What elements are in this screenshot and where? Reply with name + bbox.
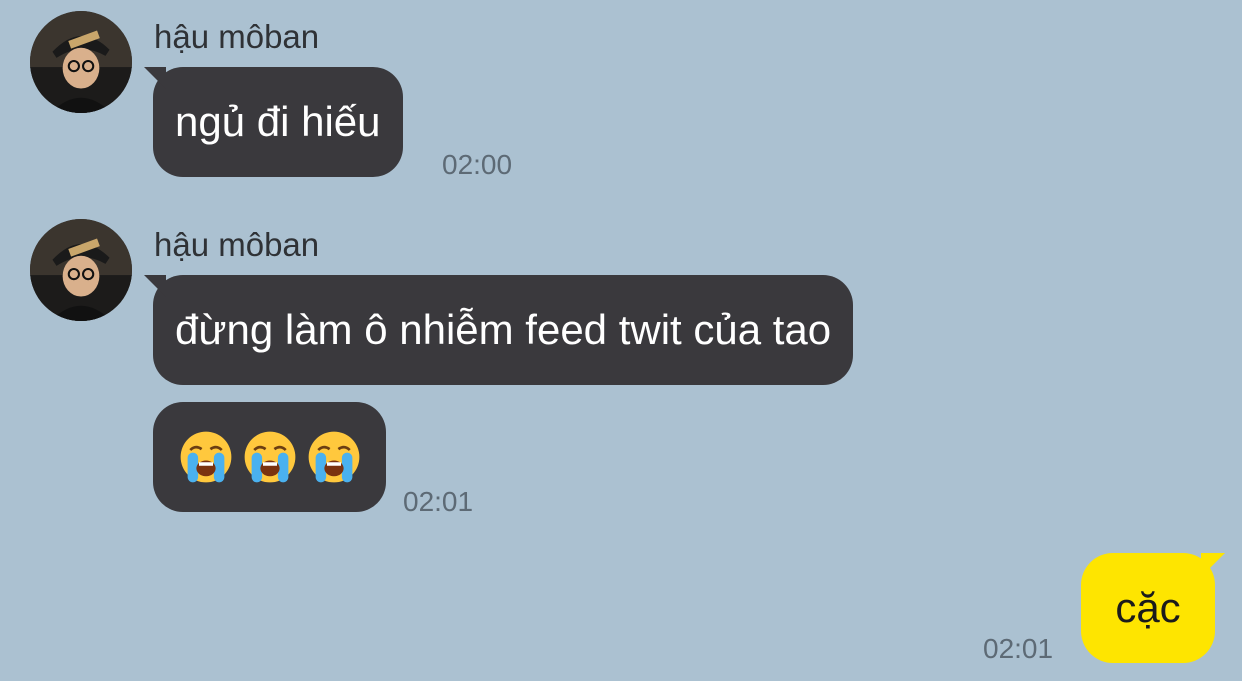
sender-avatar[interactable] [30,11,132,113]
message-text: đừng làm ô nhiễm feed twit của tao [175,306,832,353]
message-timestamp: 02:01 [403,486,474,517]
sender-name: hậu môban [154,18,320,55]
avatar-photo-icon [30,219,132,321]
avatar-photo-icon [30,11,132,113]
loudly-crying-face-icon [180,431,231,483]
incoming-message-bubble[interactable]: ngủ đi hiếu [144,67,403,177]
incoming-message-bubble[interactable]: đừng làm ô nhiễm feed twit của tao [143,275,854,385]
outgoing-message-bubble[interactable]: cặc [1081,553,1225,663]
incoming-emoji-bubble[interactable] [153,402,386,512]
my-message-text: cặc [1115,584,1181,631]
my-message-timestamp: 02:01 [983,633,1054,664]
sender-name: hậu môban [154,226,320,263]
emoji-row [178,429,362,485]
loudly-crying-face-icon [244,431,295,483]
message-timestamp: 02:00 [442,149,513,180]
sender-avatar[interactable] [30,219,132,321]
message-text: ngủ đi hiếu [175,98,381,145]
loudly-crying-face-icon [308,431,359,483]
